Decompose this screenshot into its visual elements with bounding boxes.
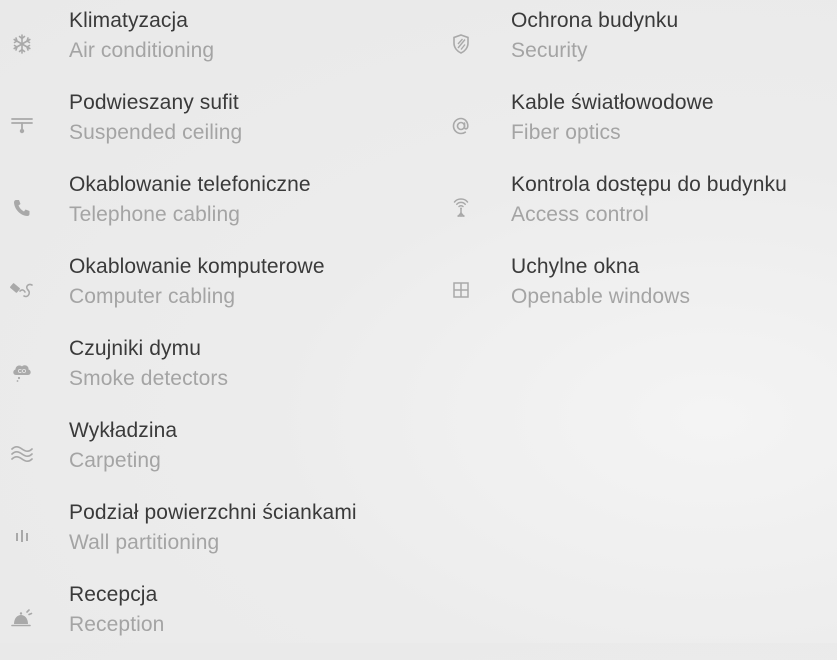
feature-title: Kable światłowodowe [511, 91, 714, 114]
feature-subtitle: Wall partitioning [69, 531, 220, 554]
feature-title: Wykładzina [69, 419, 178, 442]
feature-title: Recepcja [69, 583, 158, 606]
feature-title: Podwieszany sufit [69, 91, 239, 114]
feature-item-access-control: Kontrola dostępu do budynku Access contr… [447, 168, 837, 250]
feature-item-security: Ochrona budynku Security [447, 4, 837, 86]
co-label: CO [18, 369, 27, 375]
antenna-icon [447, 194, 475, 222]
at-sign-icon [447, 112, 475, 140]
feature-item-computer-cabling: Okablowanie komputerowe Computer cabling [8, 250, 428, 332]
feature-title: Czujniki dymu [69, 337, 202, 360]
feature-item-suspended-ceiling: Podwieszany sufit Suspended ceiling [8, 86, 428, 168]
feature-subtitle: Telephone cabling [69, 203, 241, 226]
feature-item-smoke-detectors: CO Czujniki dymu Smoke detectors [8, 332, 428, 414]
feature-subtitle: Openable windows [511, 285, 691, 308]
feature-item-fiber-optics: Kable światłowodowe Fiber optics [447, 86, 837, 168]
network-cable-icon [8, 276, 36, 304]
reception-bell-icon [8, 604, 36, 632]
feature-title: Kontrola dostępu do budynku [511, 173, 787, 196]
window-icon [447, 276, 475, 304]
feature-title: Podział powierzchni ściankami [69, 501, 357, 524]
feature-item-openable-windows: Uchylne okna Openable windows [447, 250, 837, 332]
snowflake-icon [8, 30, 36, 58]
feature-subtitle: Suspended ceiling [69, 121, 243, 144]
shield-icon [447, 30, 475, 58]
waves-icon [8, 440, 36, 468]
feature-subtitle: Computer cabling [69, 285, 236, 308]
feature-item-air-conditioning: Klimatyzacja Air conditioning [8, 4, 428, 86]
feature-item-reception: Recepcja Reception [8, 578, 428, 660]
feature-item-carpeting: Wykładzina Carpeting [8, 414, 428, 496]
feature-subtitle: Air conditioning [69, 39, 215, 62]
feature-title: Okablowanie telefoniczne [69, 173, 311, 196]
feature-subtitle: Reception [69, 613, 165, 636]
feature-subtitle: Access control [511, 203, 649, 226]
feature-title: Uchylne okna [511, 255, 640, 278]
features-list-right: Ochrona budynku Security Kable światłowo… [447, 4, 837, 332]
partition-icon [8, 522, 36, 550]
phone-icon [8, 194, 36, 222]
feature-subtitle: Fiber optics [511, 121, 621, 144]
feature-title: Klimatyzacja [69, 9, 189, 32]
feature-title: Ochrona budynku [511, 9, 679, 32]
ceiling-lamp-icon [8, 112, 36, 140]
feature-item-telephone-cabling: Okablowanie telefoniczne Telephone cabli… [8, 168, 428, 250]
feature-item-wall-partitioning: Podział powierzchni ściankami Wall parti… [8, 496, 428, 578]
feature-subtitle: Smoke detectors [69, 367, 229, 390]
feature-subtitle: Security [511, 39, 588, 62]
smoke-detector-icon: CO [8, 358, 36, 386]
feature-subtitle: Carpeting [69, 449, 161, 472]
feature-title: Okablowanie komputerowe [69, 255, 325, 278]
features-list-left: Klimatyzacja Air conditioning Podwieszan… [8, 4, 428, 660]
